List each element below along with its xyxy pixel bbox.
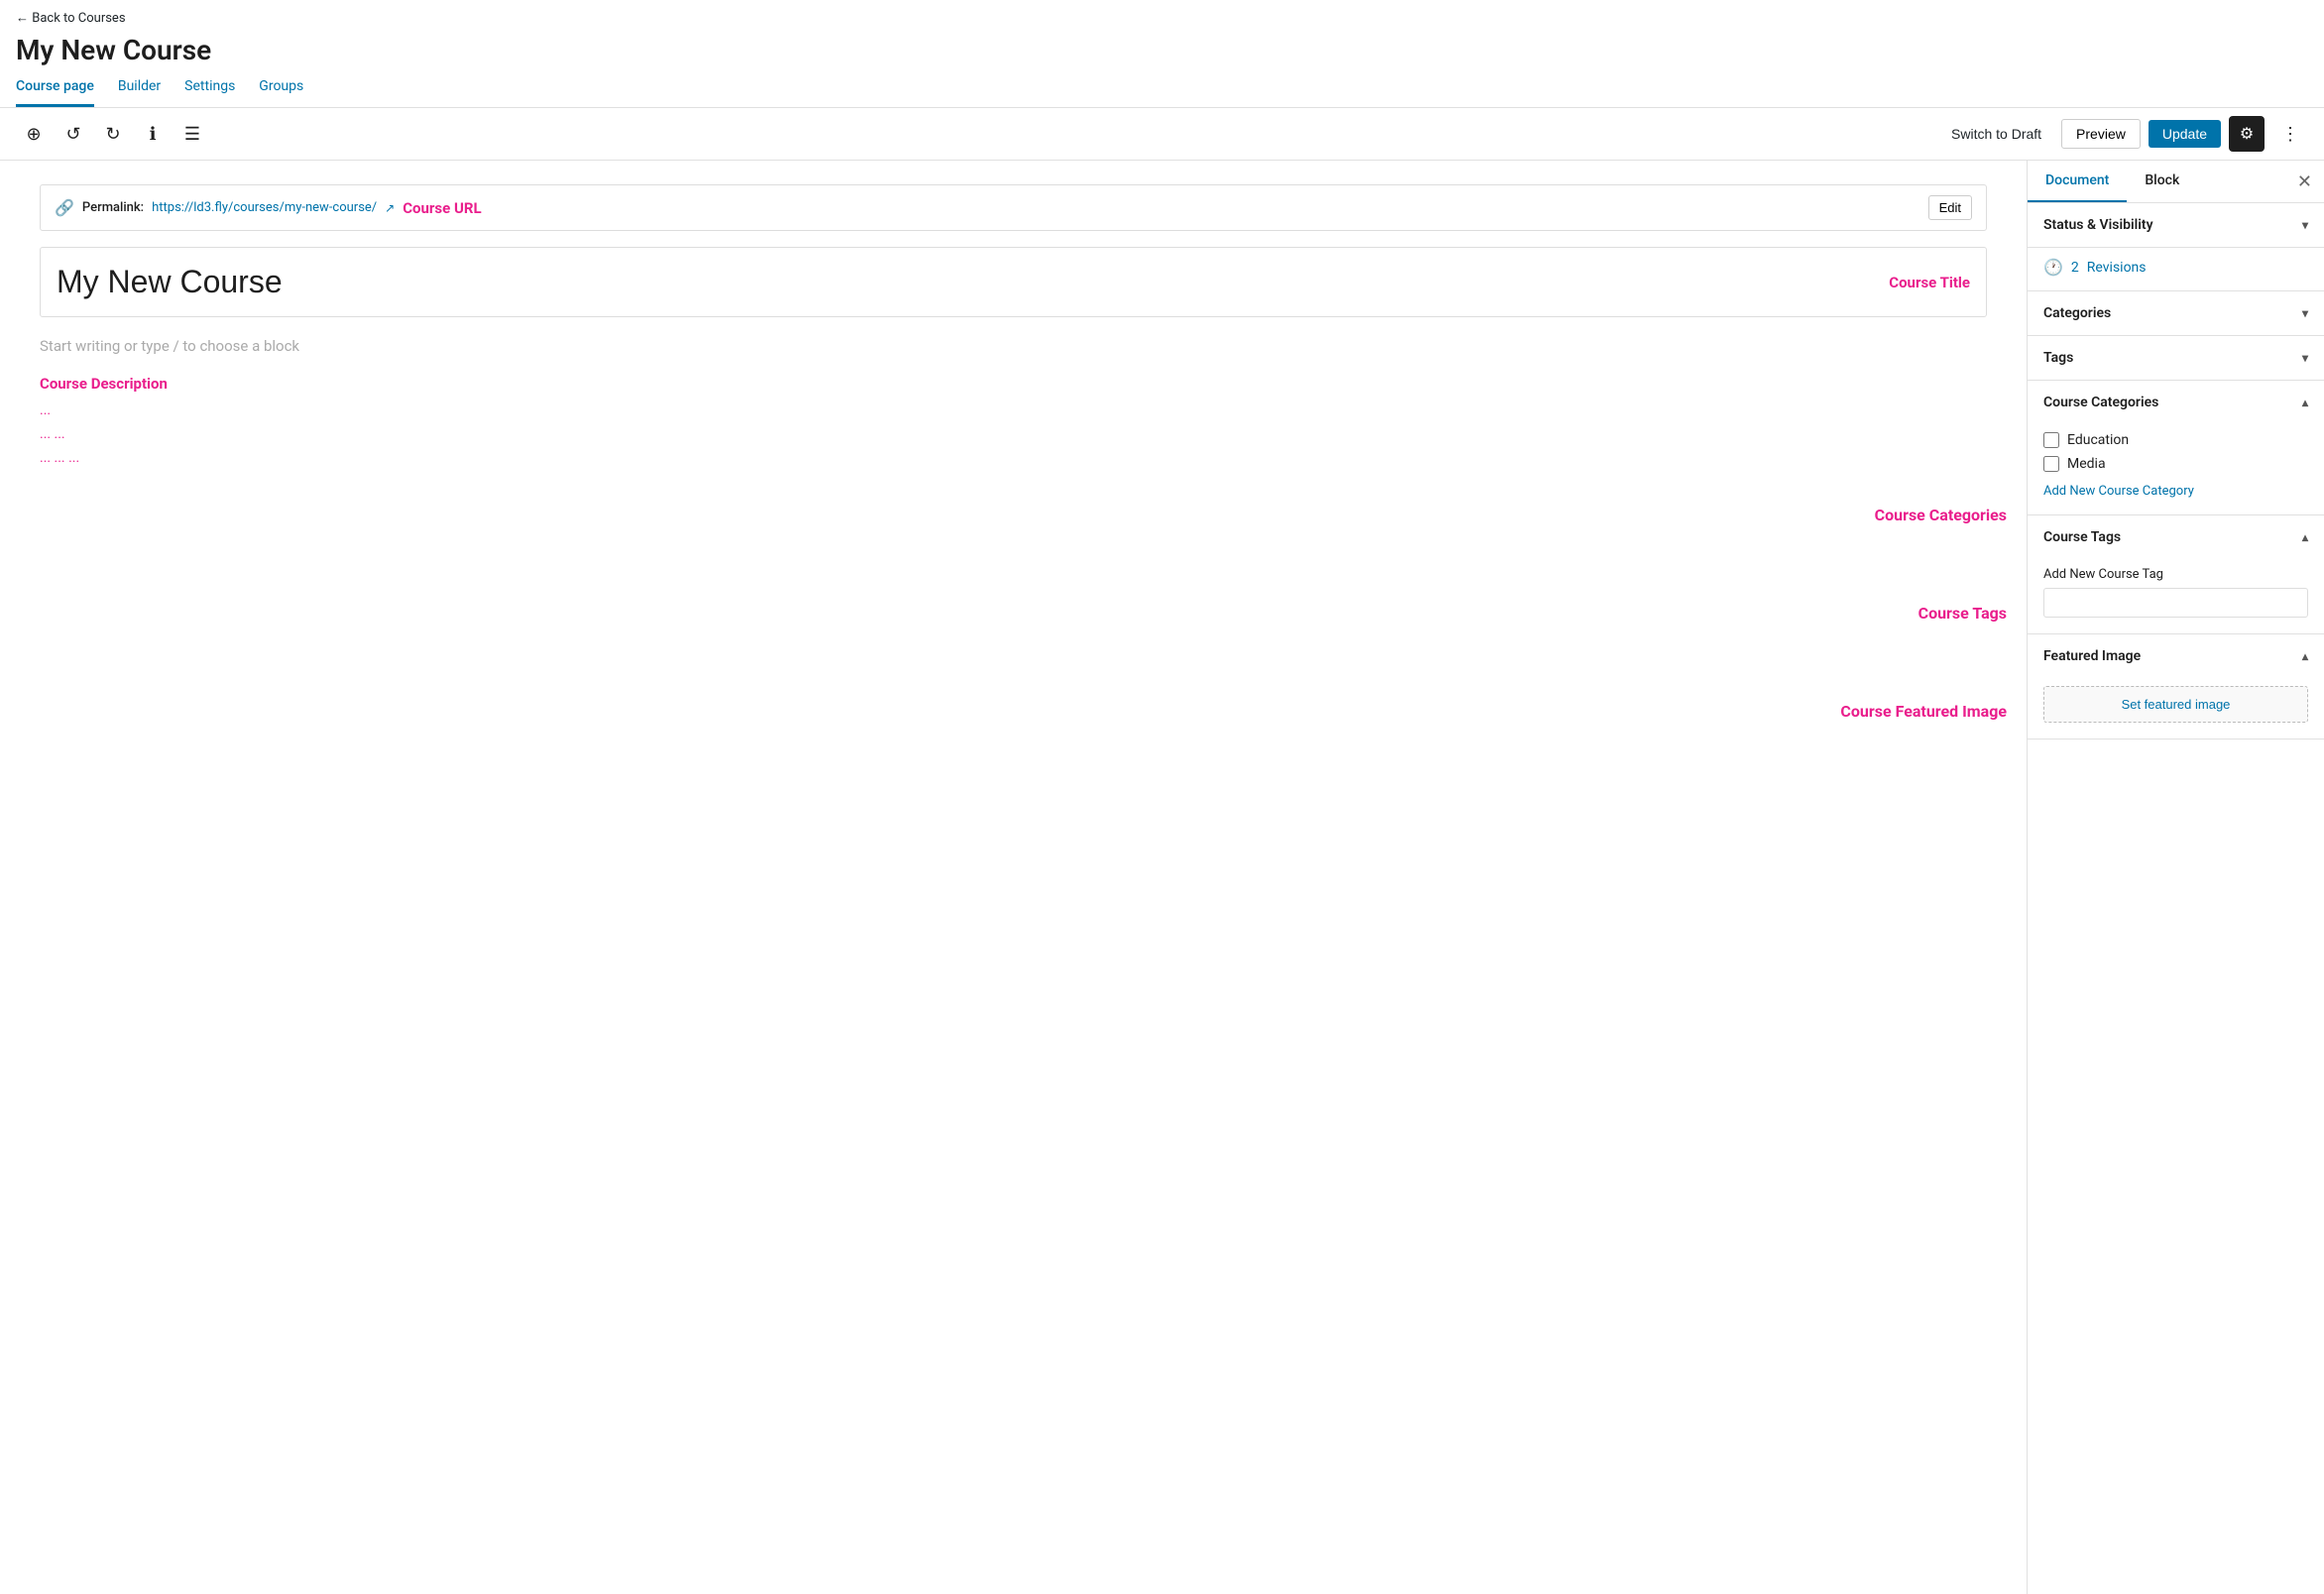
course-tags-body: Add New Course Tag [2028, 559, 2324, 633]
set-featured-image-button[interactable]: Set featured image [2043, 686, 2308, 723]
settings-gear-button[interactable]: ⚙ [2229, 116, 2265, 152]
nav-tabs: Course page Builder Settings Groups [16, 78, 2308, 107]
course-tags-region: Course Tags [40, 604, 1987, 623]
undo-button[interactable]: ↺ [56, 116, 91, 152]
featured-image-section: Featured Image ▴ Set featured image [2028, 634, 2324, 740]
add-block-button[interactable]: ⊕ [16, 116, 52, 152]
revisions-label: Revisions [2087, 260, 2147, 276]
placeholder-row-1: ... [40, 402, 1987, 418]
status-visibility-chevron: ▾ [2302, 218, 2308, 232]
tab-groups[interactable]: Groups [259, 78, 303, 107]
category-education-label[interactable]: Education [2067, 432, 2129, 448]
tags-section: Tags ▾ [2028, 336, 2324, 381]
course-categories-region: Course Categories [40, 506, 1987, 524]
featured-image-header[interactable]: Featured Image ▴ [2028, 634, 2324, 678]
category-media-label[interactable]: Media [2067, 456, 2106, 472]
page-title: My New Course [16, 34, 2308, 66]
link-icon: 🔗 [55, 198, 74, 217]
featured-image-title: Featured Image [2043, 648, 2141, 664]
main-layout: 🔗 Permalink: https://ld3.fly/courses/my-… [0, 161, 2324, 1594]
course-tags-section: Course Tags ▴ Add New Course Tag [2028, 515, 2324, 634]
course-featured-image-region: Course Featured Image [40, 702, 1987, 721]
categories-section: Categories ▾ [2028, 291, 2324, 336]
permalink-edit-button[interactable]: Edit [1928, 195, 1972, 220]
editor-toolbar: ⊕ ↺ ↻ ℹ ☰ Switch to Draft Preview Update… [0, 108, 2324, 161]
redo-button[interactable]: ↻ [95, 116, 131, 152]
sidebar-header: Document Block ✕ [2028, 161, 2324, 203]
permalink-bar: 🔗 Permalink: https://ld3.fly/courses/my-… [40, 184, 1987, 231]
tags-chevron: ▾ [2302, 351, 2308, 365]
list-icon: ☰ [184, 124, 200, 145]
placeholder-row-2: ... ... [40, 426, 1987, 442]
course-categories-annotation: Course Categories [40, 506, 2007, 524]
top-nav: ← Back to Courses My New Course Course p… [0, 0, 2324, 108]
course-title-input[interactable] [57, 264, 1861, 300]
tab-settings[interactable]: Settings [184, 78, 235, 107]
sidebar: Document Block ✕ Status & Visibility ▾ 🕐… [2027, 161, 2324, 1594]
toolbar-right: Switch to Draft Preview Update ⚙ ⋮ [1939, 116, 2308, 152]
preview-button[interactable]: Preview [2061, 119, 2141, 149]
category-education-checkbox[interactable] [2043, 432, 2059, 448]
course-categories-body: Education Media Add New Course Category [2028, 424, 2324, 514]
status-visibility-header[interactable]: Status & Visibility ▾ [2028, 203, 2324, 247]
course-categories-section: Course Categories ▴ Education Media Add … [2028, 381, 2324, 515]
tags-title: Tags [2043, 350, 2073, 366]
status-visibility-section: Status & Visibility ▾ [2028, 203, 2324, 248]
list-view-button[interactable]: ☰ [174, 116, 210, 152]
course-featured-annotation: Course Featured Image [40, 702, 2007, 721]
course-categories-header[interactable]: Course Categories ▴ [2028, 381, 2324, 424]
revisions-section: 🕐 2 Revisions [2028, 248, 2324, 291]
title-block: Course Title [40, 247, 1987, 317]
more-options-button[interactable]: ⋮ [2272, 116, 2308, 152]
status-visibility-title: Status & Visibility [2043, 217, 2153, 233]
sidebar-tab-document[interactable]: Document [2028, 161, 2127, 202]
course-tags-title: Course Tags [2043, 529, 2121, 545]
toolbar-left: ⊕ ↺ ↻ ℹ ☰ [16, 116, 1931, 152]
redo-icon: ↻ [105, 124, 120, 145]
tab-course-page[interactable]: Course page [16, 78, 94, 107]
course-url-annotation: Course URL [403, 199, 481, 217]
add-course-category-link[interactable]: Add New Course Category [2043, 484, 2194, 499]
category-education: Education [2043, 432, 2308, 448]
write-placeholder: Start writing or type / to choose a bloc… [40, 337, 1987, 355]
tags-header[interactable]: Tags ▾ [2028, 336, 2324, 380]
revisions-count: 2 [2071, 260, 2079, 276]
info-button[interactable]: ℹ [135, 116, 171, 152]
add-icon: ⊕ [26, 124, 41, 145]
tab-builder[interactable]: Builder [118, 78, 161, 107]
undo-icon: ↺ [65, 124, 80, 145]
gear-icon: ⚙ [2240, 124, 2254, 144]
category-media-checkbox[interactable] [2043, 456, 2059, 472]
permalink-url[interactable]: https://ld3.fly/courses/my-new-course/ [152, 200, 377, 215]
course-tags-annotation: Course Tags [40, 604, 2007, 623]
permalink-label: Permalink: [82, 200, 144, 215]
featured-image-chevron: ▴ [2302, 649, 2308, 663]
sidebar-tab-block[interactable]: Block [2127, 161, 2197, 202]
add-course-tag-label: Add New Course Tag [2043, 567, 2308, 582]
editor-area: 🔗 Permalink: https://ld3.fly/courses/my-… [0, 161, 2027, 1594]
categories-title: Categories [2043, 305, 2111, 321]
categories-header[interactable]: Categories ▾ [2028, 291, 2324, 335]
revisions-clock-icon: 🕐 [2043, 258, 2063, 277]
external-link-icon: ↗ [385, 201, 395, 215]
course-categories-title: Course Categories [2043, 395, 2158, 410]
course-tags-chevron: ▴ [2302, 530, 2308, 544]
categories-chevron: ▾ [2302, 306, 2308, 320]
course-tag-input[interactable] [2043, 588, 2308, 618]
info-icon: ℹ [150, 124, 157, 145]
sidebar-close-button[interactable]: ✕ [2285, 164, 2324, 200]
course-categories-chevron: ▴ [2302, 396, 2308, 409]
course-description-annotation: Course Description [40, 375, 1987, 393]
featured-image-body: Set featured image [2028, 678, 2324, 739]
back-to-courses-link[interactable]: ← Back to Courses [16, 10, 126, 26]
switch-to-draft-button[interactable]: Switch to Draft [1939, 120, 2053, 148]
revisions-row[interactable]: 🕐 2 Revisions [2028, 248, 2324, 290]
placeholder-row-3: ... ... ... [40, 450, 1987, 466]
category-media: Media [2043, 456, 2308, 472]
more-icon: ⋮ [2281, 124, 2299, 145]
course-tags-header[interactable]: Course Tags ▴ [2028, 515, 2324, 559]
course-title-annotation: Course Title [1889, 274, 1970, 291]
update-button[interactable]: Update [2149, 120, 2221, 148]
